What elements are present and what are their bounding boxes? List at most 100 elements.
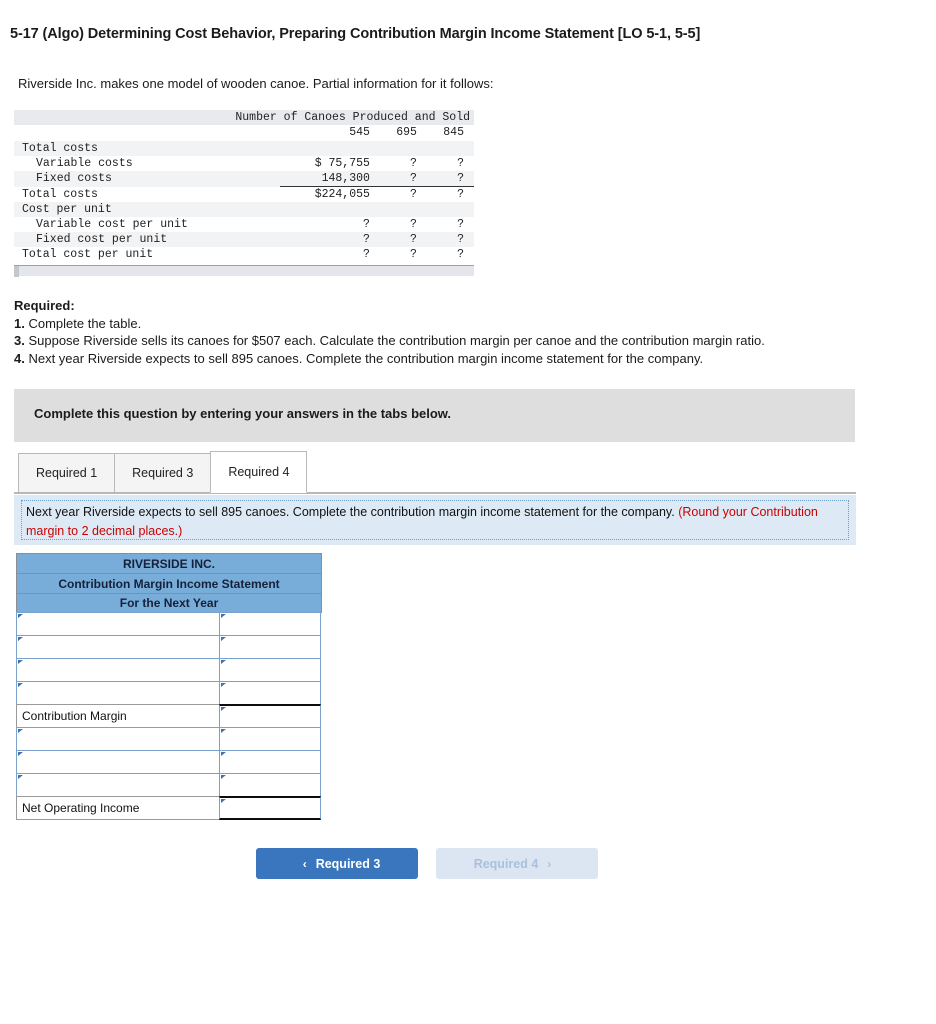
next-requirement-button[interactable]: Required 4 › (436, 848, 598, 879)
horizontal-scrollbar[interactable] (14, 265, 474, 277)
cost-table-cell: ? (410, 188, 417, 201)
cost-table-column-header-row: 545 695 845 (14, 125, 474, 141)
statement-header-text: Contribution Margin Income Statement (58, 576, 280, 591)
requirement-navigation: ‹ Required 3 Required 4 › (0, 848, 936, 880)
tab-required-1[interactable]: Required 1 (18, 453, 116, 493)
cost-table-cell: ? (410, 218, 417, 231)
statement-header-line-0: RIVERSIDE INC. (16, 553, 322, 573)
statement-row (16, 773, 322, 797)
statement-row-amount-input[interactable] (219, 704, 321, 728)
contribution-margin-statement: RIVERSIDE INC. Contribution Margin Income… (16, 553, 322, 820)
required-item: 4. Next year Riverside expects to sell 8… (14, 350, 765, 368)
cost-table-cell: ? (379, 171, 427, 187)
cost-table-cell: $ 75,755 (314, 157, 370, 170)
cost-table-col-header-0: 545 (349, 126, 370, 139)
cost-table-cell (379, 202, 427, 217)
instruction-banner-text: Complete this question by entering your … (34, 406, 452, 421)
statement-row (16, 658, 322, 682)
cost-data-table: Number of Canoes Produced and Sold 545 695… (14, 110, 474, 277)
statement-row-label-input[interactable] (16, 658, 220, 682)
chevron-left-icon: ‹ (302, 856, 307, 871)
statement-row: Net Operating Income (16, 796, 322, 820)
statement-row-amount-input[interactable] (219, 658, 321, 682)
cost-table-cell: ? (410, 248, 417, 261)
cost-table-cell: ? (457, 218, 464, 231)
cost-table-cell: ? (426, 171, 474, 187)
statement-header-line-1: Contribution Margin Income Statement (16, 573, 322, 593)
page-title: 5-17 (Algo) Determining Cost Behavior, P… (10, 26, 701, 42)
statement-row-amount-input[interactable] (219, 796, 321, 820)
required-item: 3. Suppose Riverside sells its canoes fo… (14, 332, 765, 350)
cost-table-cell: ? (363, 218, 370, 231)
statement-row-label-input[interactable]: Contribution Margin (16, 704, 220, 728)
statement-row (16, 681, 322, 705)
cost-table-cell: ? (457, 248, 464, 261)
required-item-text: Complete the table. (28, 315, 142, 331)
prev-requirement-label: Required 3 (315, 856, 381, 871)
statement-row-label-input[interactable] (16, 773, 220, 797)
cost-table-cell (426, 202, 474, 217)
cost-table-row-label: Fixed cost per unit (14, 232, 281, 247)
cost-table-col-header-2: 845 (443, 126, 464, 139)
cost-table-row-label: Total costs (14, 141, 281, 156)
statement-row: Contribution Margin (16, 704, 322, 728)
cost-table-row-label: Total costs (22, 187, 98, 201)
tab-required-3[interactable]: Required 3 (114, 453, 212, 493)
statement-row-amount-input[interactable] (219, 635, 321, 659)
statement-header-text: RIVERSIDE INC. (122, 556, 215, 571)
required-list: Required: 1. Complete the table. 3. Suppo… (14, 297, 765, 367)
cost-table-row: Variable cost per unit??? (14, 217, 474, 232)
statement-row-label-value: Net Operating Income (22, 801, 140, 815)
cost-table-group-header-row: Number of Canoes Produced and Sold (14, 110, 474, 125)
cost-table-row-label: Variable costs (36, 157, 133, 170)
tab-required-4[interactable]: Required 4 (210, 451, 308, 493)
statement-row-amount-input[interactable] (219, 773, 321, 797)
cost-table-row-label: Variable cost per unit (36, 218, 188, 231)
cost-table-cell: ? (379, 232, 427, 247)
cost-table-col-header-1: 695 (396, 126, 417, 139)
cost-table-row-label: Fixed costs (14, 171, 281, 187)
cost-table-row: Total cost per unit??? (14, 247, 474, 262)
tabs-divider (14, 492, 856, 494)
cost-table-cell: ? (457, 188, 464, 201)
statement-row-label-input[interactable]: Net Operating Income (16, 796, 220, 820)
required-item-number: 1. (14, 315, 25, 331)
cost-table-cell: ? (280, 232, 380, 247)
cost-table-cell (280, 202, 380, 217)
required-item-number: 3. (14, 333, 25, 348)
instruction-banner: Complete this question by entering your … (14, 389, 855, 442)
statement-row-label-input[interactable] (16, 727, 220, 751)
tab-label: Required 4 (228, 465, 290, 479)
cost-table-row-label: Cost per unit (14, 202, 281, 217)
cost-table-group-header: Number of Canoes Produced and Sold (14, 110, 474, 125)
statement-row-amount-input[interactable] (219, 750, 321, 774)
prev-requirement-button[interactable]: ‹ Required 3 (256, 848, 418, 879)
required-item-number: 4. (14, 350, 25, 366)
statement-row (16, 727, 322, 751)
cost-table-cell: ? (410, 157, 417, 170)
cost-table-cell: ? (363, 248, 370, 261)
statement-row-amount-input[interactable] (219, 612, 321, 636)
statement-row-amount-input[interactable] (219, 727, 321, 751)
requirement-prompt-text: Next year Riverside expects to sell 895 … (26, 505, 675, 519)
cost-table-row: Variable costs $ 75,755?? (14, 156, 474, 171)
requirement-prompt: Next year Riverside expects to sell 895 … (14, 495, 856, 545)
statement-row-label-input[interactable] (16, 612, 220, 636)
statement-row-label-value: Contribution Margin (22, 709, 127, 723)
statement-row-amount-input[interactable] (219, 681, 321, 705)
cost-table-cell (426, 141, 474, 156)
statement-row-label-input[interactable] (16, 681, 220, 705)
tab-label: Required 1 (36, 466, 98, 480)
statement-row (16, 750, 322, 774)
cost-table-cell: 148,300 (280, 171, 380, 187)
required-item-text: Next year Riverside expects to sell 895 … (28, 350, 704, 366)
requirement-tabs: Required 1 Required 3 Required 4 (18, 451, 308, 493)
required-item: 1. Complete the table. (14, 315, 765, 333)
statement-row-label-input[interactable] (16, 750, 220, 774)
cost-table: Number of Canoes Produced and Sold 545 695… (14, 110, 474, 262)
requirement-prompt-inner: Next year Riverside expects to sell 895 … (21, 500, 849, 540)
cost-table-row: Fixed costs 148,300?? (14, 171, 474, 187)
statement-row (16, 612, 322, 636)
statement-row-label-input[interactable] (16, 635, 220, 659)
chevron-right-icon: › (547, 856, 552, 871)
